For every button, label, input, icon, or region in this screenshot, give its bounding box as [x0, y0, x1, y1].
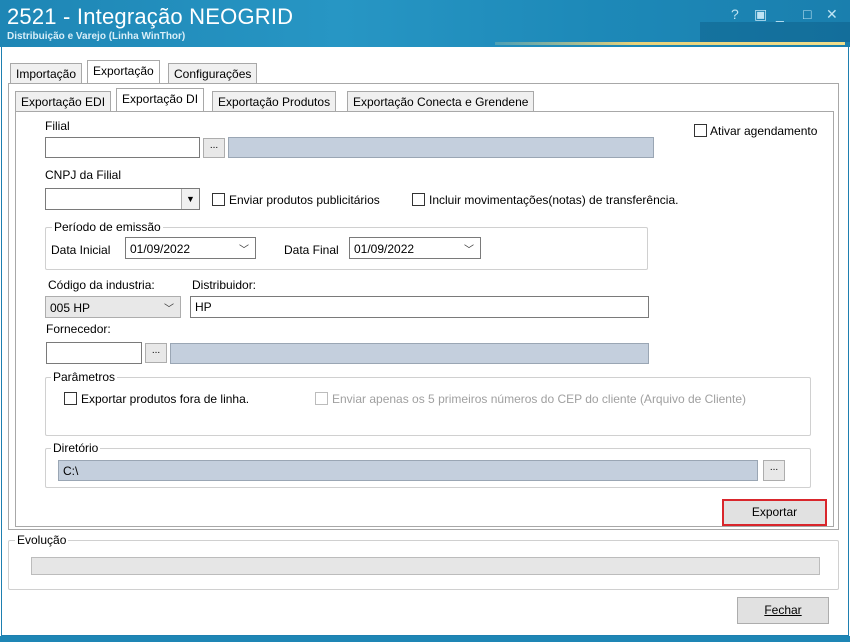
filial-description — [228, 137, 654, 158]
enviar-publicitarios-label: Enviar produtos publicitários — [229, 193, 380, 207]
data-final-value: 01/09/2022 — [354, 242, 415, 256]
close-icon[interactable]: ✕ — [826, 6, 838, 23]
parametros-group — [45, 377, 811, 436]
evolucao-title: Evolução — [15, 533, 69, 547]
tab-importacao[interactable]: Importação — [10, 63, 83, 83]
data-final-picker[interactable]: 01/09/2022 ﹀ — [349, 237, 481, 259]
window-subtitle: Distribuição e Varejo (Linha WinThor) — [7, 31, 186, 42]
window-bottom-border — [0, 636, 850, 642]
enviar-publicitarios-checkbox[interactable] — [212, 193, 225, 206]
maximize-icon[interactable]: □ — [803, 6, 811, 22]
incluir-movimentacoes-label: Incluir movimentações(notas) de transfer… — [429, 193, 679, 207]
codigo-industria-select[interactable]: 005 HP ﹀ — [45, 296, 181, 318]
fornecedor-input[interactable] — [46, 342, 142, 364]
diretorio-browse-button[interactable]: ... — [763, 460, 785, 481]
chevron-down-icon: ▼ — [181, 189, 199, 209]
window-title: 2521 - Integração NEOGRID — [7, 4, 294, 29]
ativar-agendamento-label: Ativar agendamento — [710, 124, 818, 138]
enviar-cep-label: Enviar apenas os 5 primeiros números do … — [332, 392, 746, 406]
cnpj-label: CNPJ da Filial — [45, 168, 122, 182]
distribuidor-input[interactable]: HP — [190, 296, 649, 318]
enviar-cep-checkbox[interactable] — [315, 392, 328, 405]
data-final-label: Data Final — [284, 243, 339, 257]
fechar-button[interactable]: Fechar — [737, 597, 829, 624]
codigo-industria-value: 005 HP — [50, 301, 91, 315]
tab-exportacao-produtos[interactable]: Exportação Produtos — [212, 91, 337, 111]
exportar-fora-linha-checkbox[interactable] — [64, 392, 77, 405]
tab-exportacao-edi[interactable]: Exportação EDI — [15, 91, 112, 111]
fornecedor-label: Fornecedor: — [46, 322, 111, 336]
incluir-movimentacoes-checkbox[interactable] — [412, 193, 425, 206]
chevron-down-icon: ﹀ — [164, 304, 174, 315]
distribuidor-label: Distribuidor: — [192, 278, 257, 292]
filial-label: Filial — [45, 119, 70, 133]
filial-input[interactable] — [45, 137, 200, 158]
periodo-title: Período de emissão — [52, 220, 163, 234]
filial-search-button[interactable]: ... — [203, 138, 225, 158]
exportar-fora-linha-label: Exportar produtos fora de linha. — [81, 392, 250, 406]
exportar-button[interactable]: Exportar — [722, 499, 827, 526]
fornecedor-search-button[interactable]: ... — [145, 343, 167, 363]
ativar-agendamento-checkbox[interactable] — [694, 124, 707, 137]
tab-exportacao[interactable]: Exportação — [87, 60, 160, 83]
fechar-label: Fechar — [764, 603, 802, 617]
cnpj-select[interactable]: ▼ — [45, 188, 200, 210]
data-inicial-label: Data Inicial — [51, 243, 111, 257]
tab-exportacao-di[interactable]: Exportação DI — [116, 88, 205, 111]
diretorio-input[interactable]: C:\ — [58, 460, 758, 481]
evolucao-progress-bar — [31, 557, 820, 575]
data-inicial-value: 01/09/2022 — [130, 242, 191, 256]
chevron-down-icon: ﹀ — [239, 245, 249, 256]
chevron-down-icon: ﹀ — [464, 245, 474, 256]
tab-exportacao-conecta[interactable]: Exportação Conecta e Grendene — [347, 91, 535, 111]
title-bar: 2521 - Integração NEOGRID Distribuição e… — [0, 0, 850, 47]
restore-icon[interactable]: ▣ — [754, 6, 767, 23]
fornecedor-description — [170, 343, 649, 364]
help-icon[interactable]: ? — [731, 6, 739, 22]
parametros-title: Parâmetros — [51, 370, 118, 384]
minimize-icon[interactable]: _ — [776, 6, 784, 22]
diretorio-title: Diretório — [51, 441, 101, 455]
data-inicial-picker[interactable]: 01/09/2022 ﹀ — [125, 237, 256, 259]
title-accent-line — [495, 42, 845, 45]
title-decoration — [700, 22, 850, 42]
codigo-industria-label: Código da industria: — [48, 278, 155, 292]
tab-configuracoes[interactable]: Configurações — [168, 63, 258, 83]
